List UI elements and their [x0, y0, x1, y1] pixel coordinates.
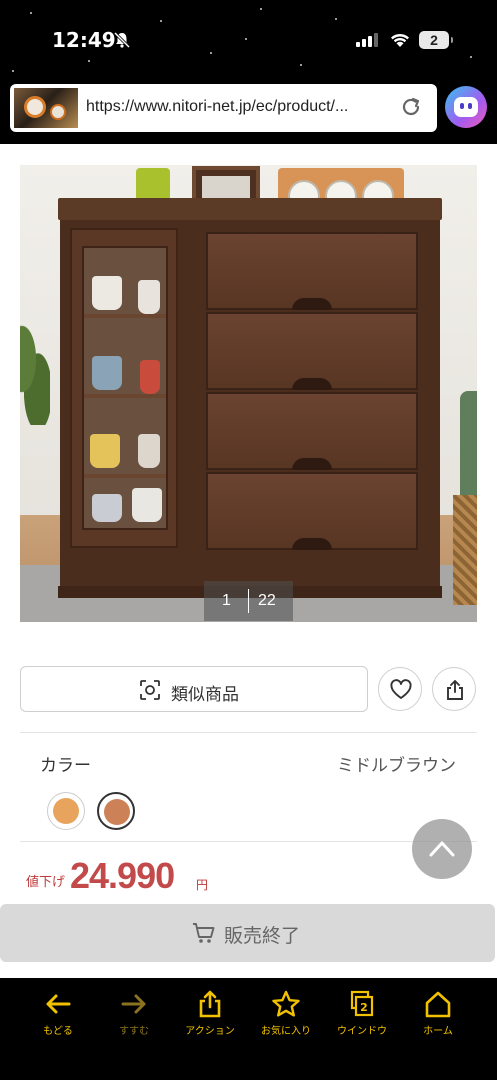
section-divider [20, 841, 477, 842]
sold-out-label: 販売終了 [224, 926, 301, 947]
cart-icon [193, 923, 215, 943]
share-icon [447, 680, 463, 700]
image-glass-door [70, 228, 178, 548]
toolbar-home-button[interactable]: ホーム [408, 990, 468, 1042]
color-label: カラー [40, 756, 91, 775]
status-bar: 12:49 2 [0, 0, 497, 80]
color-swatch-light[interactable] [47, 792, 85, 830]
image-basket [453, 495, 477, 605]
image-plant-right [460, 391, 477, 497]
sold-out-button[interactable]: 販売終了 [0, 904, 495, 962]
reload-icon[interactable] [400, 96, 422, 118]
web-page: 1 22 類似商品 カラー ミドルブラウン 値下げ 24.990 円 販売終了 [0, 144, 497, 978]
selected-color-value: ミドルブラウン [337, 756, 456, 775]
star-icon [272, 990, 300, 1017]
assistant-extension-button[interactable] [445, 86, 487, 128]
toolbar-windows-label: ウインドウ [337, 1026, 387, 1037]
price-discount-label: 値下げ [26, 874, 66, 889]
chevron-up-icon [429, 841, 455, 857]
back-arrow-icon [46, 994, 71, 1014]
wifi-icon [391, 33, 409, 47]
heart-icon [390, 679, 412, 699]
toolbar-forward-button[interactable]: すすむ [104, 990, 164, 1042]
toolbar-favorites-label: お気に入り [261, 1026, 311, 1037]
silent-bell-icon [113, 31, 131, 49]
bot-face-icon [454, 97, 478, 117]
address-field[interactable]: https://www.nitori-net.jp/ec/product/... [10, 84, 437, 132]
tab-thumbnail[interactable] [14, 88, 78, 128]
price-unit: 円 [196, 878, 209, 892]
product-image[interactable]: 1 22 [20, 165, 477, 622]
cellular-signal-icon [356, 33, 378, 47]
toolbar-action-label: アクション [185, 1026, 235, 1037]
share-action-icon [199, 990, 221, 1018]
swatch-color-dot [104, 799, 130, 825]
image-pager: 1 22 [204, 581, 293, 621]
favorite-button[interactable] [378, 667, 422, 711]
toolbar-back-label: もどる [43, 1026, 73, 1037]
home-icon [425, 991, 451, 1018]
similar-products-label: 類似商品 [171, 685, 239, 704]
window-count: 2 [360, 1001, 368, 1014]
windows-icon: 2 [350, 990, 374, 1017]
battery-indicator: 2 [419, 31, 453, 49]
similar-products-button[interactable]: 類似商品 [20, 666, 368, 712]
section-divider [20, 732, 477, 733]
scroll-to-top-button[interactable] [412, 819, 472, 879]
forward-arrow-icon [121, 994, 146, 1014]
pager-separator [248, 589, 249, 613]
image-plant [20, 315, 50, 425]
pager-total: 22 [258, 592, 276, 609]
scan-search-icon [140, 680, 160, 700]
toolbar-forward-label: すすむ [119, 1026, 149, 1037]
swatch-color-dot [53, 798, 79, 824]
toolbar-windows-button[interactable]: 2 ウインドウ [332, 990, 392, 1042]
share-button[interactable] [432, 667, 476, 711]
browser-toolbar: もどる すすむ アクション お気に入り 2 ウインドウ ホーム [0, 978, 497, 1080]
browser-url-bar: https://www.nitori-net.jp/ec/product/... [0, 80, 497, 144]
droid-image [24, 96, 46, 118]
url-text[interactable]: https://www.nitori-net.jp/ec/product/... [86, 98, 396, 116]
clock-time: 12:49 [52, 28, 116, 52]
toolbar-action-button[interactable]: アクション [180, 990, 240, 1042]
price-value: 24.990 [70, 855, 175, 896]
cabinet-illustration [58, 166, 442, 598]
color-swatch-medium-brown[interactable] [97, 792, 135, 830]
toolbar-favorites-button[interactable]: お気に入り [256, 990, 316, 1042]
toolbar-back-button[interactable]: もどる [28, 990, 88, 1042]
toolbar-home-label: ホーム [423, 1026, 453, 1037]
pager-current: 1 [222, 592, 231, 609]
droid-image-small [50, 104, 66, 120]
